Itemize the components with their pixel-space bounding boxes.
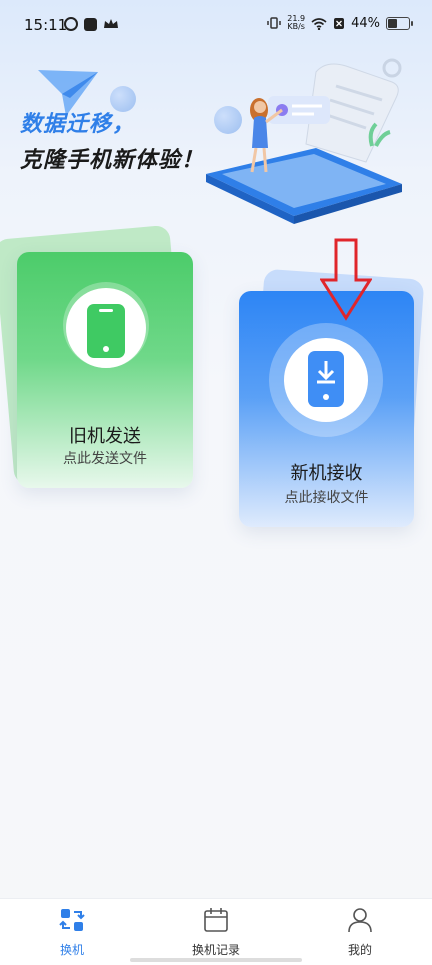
- phone-transfer-illustration: [206, 58, 402, 224]
- notification-icons: [64, 17, 119, 31]
- nav-tab-history[interactable]: 换机记录: [166, 907, 266, 958]
- swap-icon: [59, 909, 85, 931]
- app-notification-icon: [64, 17, 78, 31]
- hero-title-line2: 克隆手机新体验！: [20, 148, 205, 173]
- video-app-icon: [84, 17, 97, 31]
- nav-label-mine: 我的: [347, 943, 372, 957]
- bottom-nav: 换机 换机记录 我的: [0, 898, 432, 965]
- nav-label-history: 换机记录: [191, 943, 240, 957]
- down-arrow-icon: [320, 238, 372, 321]
- new-phone-title: 新机接收: [290, 463, 363, 484]
- calendar-icon: [204, 908, 228, 932]
- sim-off-icon: [334, 17, 345, 29]
- phone-icon: [87, 304, 125, 358]
- battery-icon: [386, 16, 413, 30]
- new-phone-receive-card[interactable]: 新机接收 点此接收文件: [239, 291, 414, 527]
- nav-label-switch: 换机: [59, 943, 84, 957]
- status-time: 15:11: [24, 16, 68, 34]
- net-speed: 21.9 KB/s: [287, 15, 305, 31]
- hero-title-line1: 数据迁移，: [20, 112, 136, 137]
- phone-download-icon: [308, 351, 344, 407]
- status-right: 21.9 KB/s 44%: [267, 15, 413, 31]
- nav-tab-switch[interactable]: 换机: [22, 907, 122, 958]
- user-icon: [348, 908, 372, 933]
- home-indicator[interactable]: [130, 958, 302, 962]
- net-speed-unit: KB/s: [287, 22, 305, 31]
- status-bar: 15:11 21.9 KB/s 44%: [0, 0, 432, 52]
- new-phone-subtitle: 点此接收文件: [284, 490, 369, 506]
- vibrate-icon: [267, 17, 282, 29]
- crown-icon: [104, 19, 118, 28]
- nav-tab-mine[interactable]: 我的: [310, 907, 410, 958]
- old-phone-send-card[interactable]: 旧机发送 点此发送文件: [17, 252, 193, 488]
- battery-percent: 44%: [351, 15, 380, 31]
- hero-banner: 数据迁移， 克隆手机新体验！: [0, 52, 432, 242]
- wifi-icon: [311, 17, 327, 30]
- old-phone-subtitle: 点此发送文件: [63, 451, 147, 467]
- old-phone-title: 旧机发送: [69, 426, 141, 447]
